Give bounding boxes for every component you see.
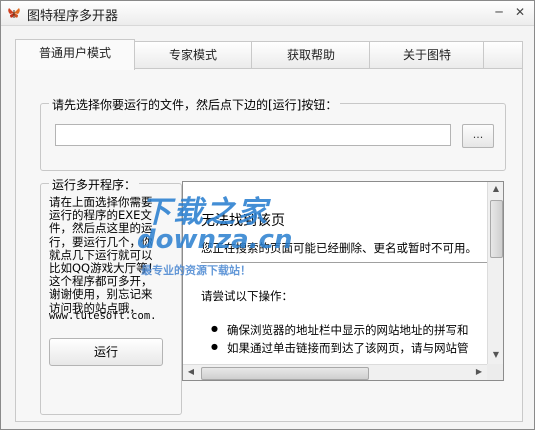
watermark-slogan: 最专业的资源下载站！ [141,264,251,277]
tip-item: 如果通过单击链接而到达了该网页，请与网站管 [211,340,468,356]
scroll-corner [487,364,503,380]
file-path-input[interactable] [55,124,451,146]
vertical-scroll-thumb[interactable] [490,200,503,258]
horizontal-scrollbar[interactable]: ◀ ▶ [183,364,487,380]
tip-item: 确保浏览器的地址栏中显示的网站地址的拼写和 [211,322,468,338]
site-url: www.tutesoft.com. [49,310,157,322]
tab-get-help[interactable]: 获取帮助 [251,41,371,68]
minimize-button[interactable]: ─ [491,4,507,20]
tab-bar: 普通用户模式 专家模式 获取帮助 关于图特 [15,39,523,70]
tab-about[interactable]: 关于图特 [369,41,485,68]
run-button[interactable]: 运行 [49,338,163,366]
main-window: 图特程序多开器 ─ ✕ 普通用户模式 专家模式 获取帮助 关于图特 请先选择你要… [0,0,535,430]
browse-button[interactable]: ... [462,124,494,148]
run-group-label: 运行多开程序： [49,176,140,193]
butterfly-icon [8,8,20,18]
arrow-down-icon[interactable]: ▼ [488,350,503,359]
tab-expert-mode[interactable]: 专家模式 [133,41,253,68]
watermark-domain: downza.cn [137,225,293,255]
close-button[interactable]: ✕ [512,4,528,20]
horizontal-scroll-thumb[interactable] [201,367,369,380]
tab-normal-user-mode[interactable]: 普通用户模式 [15,39,135,70]
try-label: 请尝试以下操作： [201,289,293,303]
arrow-left-icon[interactable]: ◀ [183,367,199,376]
vertical-scrollbar[interactable]: ▲ ▼ [487,182,503,364]
arrow-right-icon[interactable]: ▶ [471,367,487,376]
tab-filler [483,41,523,68]
file-select-label: 请先选择你要运行的文件，然后点下边的[运行]按钮： [49,96,341,113]
window-title: 图特程序多开器 [27,9,119,24]
arrow-up-icon[interactable]: ▲ [488,184,503,193]
file-select-group: 请先选择你要运行的文件，然后点下边的[运行]按钮： ... [40,96,506,171]
title-bar[interactable]: 图特程序多开器 ─ ✕ [1,1,534,26]
